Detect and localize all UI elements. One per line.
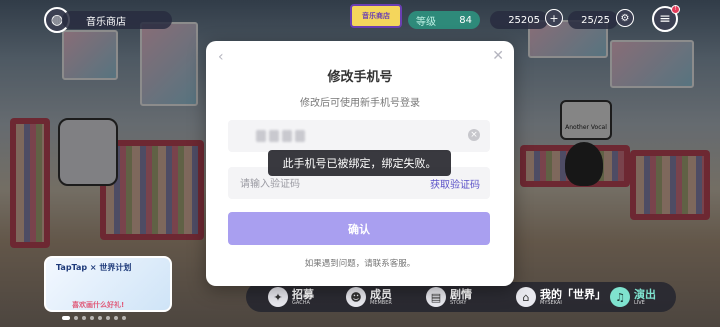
nav-member[interactable]: ☻ 成员 MEMBER	[346, 284, 392, 310]
house-icon: ⌂	[516, 287, 536, 307]
level-label: 等级	[416, 16, 436, 28]
notification-badge: !	[671, 5, 680, 14]
nav-sub: MEMBER	[370, 299, 392, 306]
nav-mysekai[interactable]: ⌂ 我的「世界」 MYSEKAI	[516, 284, 606, 310]
level-value: 84	[459, 14, 472, 26]
energy-value: 25/25	[581, 14, 610, 26]
masked-phone-number	[256, 130, 312, 142]
get-code-button[interactable]: 获取验证码	[430, 176, 480, 191]
gear-icon[interactable]: ⚙	[616, 9, 634, 27]
help-text[interactable]: 如果遇到问题，请联系客服。	[206, 257, 514, 269]
ad-brand: TapTap × 世界计划	[56, 263, 132, 272]
nav-live[interactable]: ♫ 演出 LIVE	[610, 284, 656, 310]
dialog-title: 修改手机号	[327, 70, 393, 85]
nav-story[interactable]: ▤ 剧情 STORY	[426, 284, 472, 310]
ad-caption: 喜欢画什么好礼!	[72, 301, 125, 309]
close-icon[interactable]: ✕	[492, 48, 504, 64]
currency-value: 25205	[508, 14, 540, 26]
nav-sub: STORY	[450, 299, 467, 306]
currency-display: 25205	[490, 11, 548, 29]
location-text: 音乐商店	[86, 16, 126, 28]
nav-label: 成员	[370, 287, 392, 301]
dialog-subtitle: 修改后可使用新手机号登录	[300, 98, 420, 109]
chevron-left-icon[interactable]: ‹	[218, 49, 224, 65]
nav-label: 演出	[634, 287, 656, 301]
location-label: 音乐商店	[62, 11, 172, 29]
level-badge: 等级 84	[408, 11, 480, 29]
nav-label: 剧情	[450, 287, 472, 301]
confirm-button[interactable]: 确认	[228, 212, 490, 245]
nav-label: 我的「世界」	[540, 287, 606, 301]
nav-label: 招募	[292, 287, 314, 301]
music-note-icon: ♫	[610, 287, 630, 307]
book-icon: ▤	[426, 287, 446, 307]
phone-field[interactable]: ×	[228, 120, 490, 152]
nav-sub: LIVE	[634, 299, 645, 306]
energy-display: 25/25	[568, 11, 618, 29]
nav-sub: GACHA	[292, 299, 310, 306]
member-icon: ☻	[346, 287, 366, 307]
add-currency-button[interactable]: +	[545, 9, 563, 27]
nav-sub: MYSEKAI	[540, 299, 562, 306]
error-toast: 此手机号已被绑定，绑定失败。	[268, 150, 451, 176]
nav-gacha[interactable]: ✦ 招募 GACHA	[268, 284, 314, 310]
carousel-dots	[62, 316, 126, 320]
shop-logo: 音乐商店	[350, 4, 402, 28]
gacha-icon: ✦	[268, 287, 288, 307]
clear-icon[interactable]: ×	[468, 129, 480, 141]
